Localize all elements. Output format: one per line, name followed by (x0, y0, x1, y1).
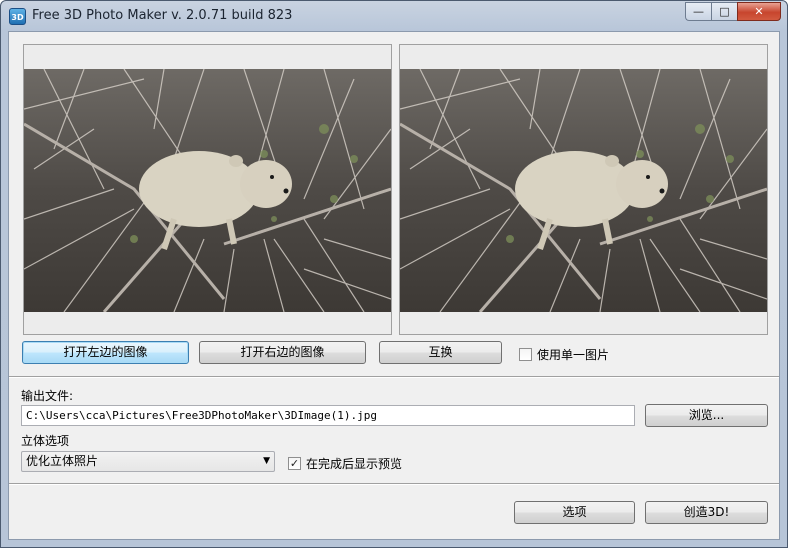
right-image-preview (400, 69, 767, 312)
single-image-label: 使用单一图片 (537, 348, 610, 362)
main-window: 3D Free 3D Photo Maker v. 2.0.71 build 8… (0, 0, 788, 548)
browse-button[interactable]: 浏览... (645, 404, 768, 427)
swap-button[interactable]: 互换 (379, 341, 502, 364)
single-image-checkbox[interactable] (519, 348, 532, 361)
caption-buttons: — □ ✕ (685, 2, 781, 22)
open-right-image-button[interactable]: 打开右边的图像 (199, 341, 366, 364)
create-3d-button[interactable]: 创造3D! (645, 501, 768, 524)
show-preview-checkbox[interactable]: ✓ (288, 457, 301, 470)
single-image-option[interactable]: 使用单一图片 (519, 346, 609, 363)
stereo-mode-select[interactable]: 优化立体照片 ▼ (21, 451, 275, 472)
client-area: 打开左边的图像 打开右边的图像 互换 使用单一图片 输出文件: C:\Users… (8, 31, 780, 540)
left-image-panel[interactable] (23, 44, 392, 335)
maximize-button[interactable]: □ (711, 2, 737, 21)
left-image-preview (24, 69, 391, 312)
stereo-options-label: 立体选项 (21, 434, 70, 448)
options-button[interactable]: 选项 (514, 501, 635, 524)
close-icon: ✕ (754, 5, 764, 18)
output-file-label: 输出文件: (21, 389, 74, 403)
show-preview-label: 在完成后显示预览 (306, 457, 403, 471)
output-path-field[interactable]: C:\Users\cca\Pictures\Free3DPhotoMaker\3… (21, 405, 635, 426)
right-image-panel[interactable] (399, 44, 768, 335)
stereo-mode-value: 优化立体照片 (26, 454, 99, 468)
close-button[interactable]: ✕ (737, 2, 781, 21)
chevron-down-icon: ▼ (263, 456, 270, 466)
minimize-icon: — (693, 5, 704, 18)
open-left-image-button[interactable]: 打开左边的图像 (22, 341, 189, 364)
show-preview-option[interactable]: ✓ 在完成后显示预览 (288, 455, 402, 472)
separator-bottom (9, 483, 779, 485)
window-title: Free 3D Photo Maker v. 2.0.71 build 823 (32, 8, 293, 23)
maximize-icon: □ (719, 5, 730, 18)
separator-top (9, 376, 779, 378)
title-bar[interactable]: 3D Free 3D Photo Maker v. 2.0.71 build 8… (1, 1, 787, 31)
minimize-button[interactable]: — (685, 2, 711, 21)
app-icon: 3D (9, 8, 26, 25)
